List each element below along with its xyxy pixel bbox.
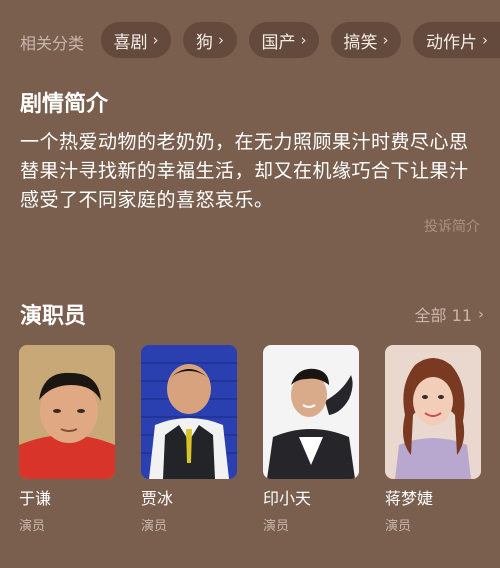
chevron-right-icon: › bbox=[218, 31, 224, 49]
synopsis-title: 剧情简介 bbox=[20, 92, 109, 117]
tag-label: 动作片 bbox=[426, 32, 477, 53]
chevron-right-icon: › bbox=[478, 305, 484, 323]
cast-role: 演员 bbox=[263, 519, 290, 534]
cast-card[interactable]: 于谦 演员 bbox=[19, 345, 115, 534]
tag-dog[interactable]: 狗 › bbox=[183, 22, 237, 58]
cast-photo bbox=[263, 345, 359, 479]
chevron-right-icon: › bbox=[300, 31, 307, 49]
cast-role: 演员 bbox=[19, 519, 46, 534]
cast-photo bbox=[141, 345, 237, 479]
related-categories: 相关分类 喜剧 › 狗 › 国产 › 搞笑 › 动作片 › bbox=[0, 22, 500, 62]
tag-funny[interactable]: 搞笑 › bbox=[331, 22, 401, 58]
tag-label: 狗 bbox=[196, 32, 213, 53]
cast-card[interactable]: 蒋梦婕 演员 bbox=[385, 345, 481, 534]
cast-all-link[interactable]: 全部 11 › bbox=[415, 302, 484, 326]
cast-card[interactable]: 贾冰 演员 bbox=[141, 345, 237, 534]
synopsis-text: 一个热爱动物的老奶奶，在无力照顾果汁时费尽心思替果汁寻找新的幸福生活，却又在机缘… bbox=[20, 131, 469, 211]
tag-action[interactable]: 动作片 › bbox=[413, 22, 500, 58]
cast-all-label: 全部 11 bbox=[414, 306, 472, 325]
cast-name: 蒋梦婕 bbox=[385, 489, 434, 508]
chevron-right-icon: › bbox=[382, 31, 389, 49]
tag-label: 搞笑 bbox=[343, 32, 378, 53]
tag-label: 喜剧 bbox=[113, 32, 148, 53]
related-categories-label: 相关分类 bbox=[20, 34, 85, 53]
tag-label: 国产 bbox=[261, 32, 296, 53]
cast-role: 演员 bbox=[385, 519, 412, 534]
cast-title: 演职员 bbox=[20, 304, 87, 329]
cast-name: 于谦 bbox=[19, 489, 52, 508]
report-synopsis-link[interactable]: 投诉简介 bbox=[424, 216, 480, 236]
chevron-right-icon: › bbox=[482, 31, 488, 49]
cast-role: 演员 bbox=[141, 519, 168, 534]
cast-card[interactable]: 印小天 演员 bbox=[263, 345, 359, 534]
tag-domestic[interactable]: 国产 › bbox=[249, 22, 319, 58]
tag-comedy[interactable]: 喜剧 › bbox=[101, 22, 171, 58]
cast-name: 印小天 bbox=[263, 489, 312, 508]
cast-photo bbox=[19, 345, 115, 479]
cast-name: 贾冰 bbox=[141, 489, 174, 508]
chevron-right-icon: › bbox=[152, 31, 159, 49]
cast-photo bbox=[385, 345, 481, 479]
